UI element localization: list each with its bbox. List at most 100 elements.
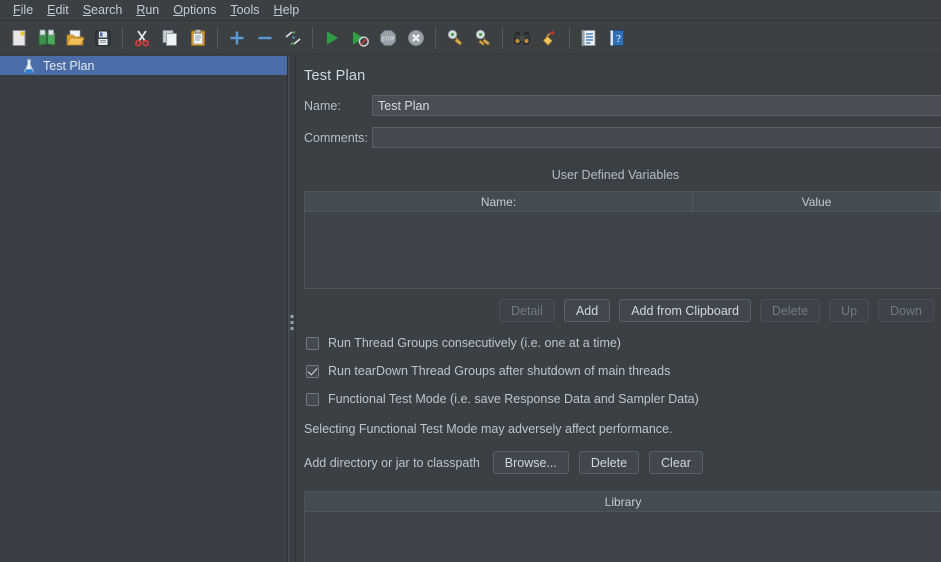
checkbox-label: Functional Test Mode (i.e. save Response… <box>328 392 699 406</box>
function-helper-icon <box>581 29 596 46</box>
toggle-button[interactable] <box>280 25 306 51</box>
library-table-body-empty[interactable] <box>305 511 941 562</box>
menu-item-search[interactable]: Search <box>76 1 130 20</box>
comments-input[interactable] <box>372 127 941 148</box>
collapse-all-button[interactable] <box>252 25 278 51</box>
move-up-button[interactable]: Up <box>829 299 870 322</box>
scissors-icon <box>135 29 149 46</box>
expand-all-button[interactable] <box>224 25 250 51</box>
help-icon: ? <box>610 29 624 46</box>
comments-field-row: Comments: <box>296 127 941 148</box>
add-button[interactable]: Add <box>563 299 611 322</box>
broom-icon <box>542 30 555 46</box>
run-thread-groups-consecutively-checkbox[interactable]: Run Thread Groups consecutively (i.e. on… <box>296 336 941 350</box>
copy-icon <box>162 29 177 46</box>
test-plan-flask-icon <box>24 58 34 73</box>
open-folder-icon <box>66 29 85 45</box>
menu-bar: File Edit Search Run Options Tools Help <box>0 0 941 21</box>
function-helper-button[interactable] <box>576 25 602 51</box>
column-header-library[interactable]: Library <box>305 492 941 511</box>
toolbar-separator-5 <box>502 26 503 49</box>
checkbox-label: Run Thread Groups consecutively (i.e. on… <box>328 336 621 350</box>
cut-button[interactable] <box>129 25 155 51</box>
help-button[interactable]: ? <box>604 25 630 51</box>
start-button[interactable] <box>319 25 345 51</box>
classpath-label: Add directory or jar to classpath <box>304 455 480 470</box>
name-field-row: Name: <box>296 95 941 116</box>
templates-button[interactable] <box>34 25 60 51</box>
delete-variable-button[interactable]: Delete <box>759 299 821 322</box>
user-defined-variables-table[interactable]: Name: Value <box>304 191 941 289</box>
functional-test-mode-checkbox[interactable]: Functional Test Mode (i.e. save Response… <box>296 392 941 406</box>
menu-item-options[interactable]: Options <box>166 1 223 20</box>
move-down-button[interactable]: Down <box>878 299 934 322</box>
run-teardown-thread-groups-checkbox[interactable]: Run tearDown Thread Groups after shutdow… <box>296 364 941 378</box>
test-plan-editor: Test Plan Name: Comments: User Defined V… <box>296 56 941 562</box>
checkbox-box[interactable] <box>306 364 319 378</box>
binoculars-icon <box>514 31 530 44</box>
variable-actions-row: Detail Add Add from Clipboard Delete Up … <box>296 299 941 322</box>
user-defined-variables-title: User Defined Variables <box>551 168 680 182</box>
paste-clipboard-icon <box>191 28 205 46</box>
save-button[interactable] <box>90 25 116 51</box>
stop-button[interactable]: STOP <box>375 25 401 51</box>
stop-icon: STOP <box>380 29 396 46</box>
clear-button[interactable] <box>442 25 468 51</box>
checkbox-label: Run tearDown Thread Groups after shutdow… <box>328 364 671 378</box>
save-floppy-icon <box>95 30 111 45</box>
split-divider[interactable] <box>288 56 296 562</box>
templates-book-icon <box>38 29 56 45</box>
browse-button[interactable]: Browse... <box>492 451 569 474</box>
toggle-icon <box>285 30 301 45</box>
column-header-value[interactable]: Value <box>693 192 941 211</box>
tree-item-test-plan[interactable]: Test Plan <box>0 56 287 75</box>
name-label: Name: <box>304 98 341 113</box>
split-divider-grip[interactable] <box>290 315 294 330</box>
checkbox-box[interactable] <box>306 392 319 406</box>
classpath-row: Add directory or jar to classpath Browse… <box>296 451 941 474</box>
start-no-pauses-button[interactable] <box>347 25 373 51</box>
open-button[interactable] <box>62 25 88 51</box>
clear-classpath-button[interactable]: Clear <box>649 451 703 474</box>
delete-classpath-button[interactable]: Delete <box>578 451 640 474</box>
toolbar-separator-6 <box>569 26 570 49</box>
grip-dot <box>290 321 294 324</box>
toolbar-separator-2 <box>217 26 218 49</box>
table-body-empty[interactable] <box>305 211 941 288</box>
jmeter-window: File Edit Search Run Options Tools Help <box>0 0 941 562</box>
checkbox-box[interactable] <box>306 336 319 350</box>
detail-button[interactable]: Detail <box>498 299 555 322</box>
menu-item-file[interactable]: File <box>6 1 40 20</box>
menu-item-edit[interactable]: Edit <box>40 1 76 20</box>
paste-button[interactable] <box>185 25 211 51</box>
toolbar-separator-1 <box>122 26 123 49</box>
menu-item-run[interactable]: Run <box>129 1 166 20</box>
column-header-name[interactable]: Name: <box>305 192 693 211</box>
clear-broom-icon <box>447 29 462 45</box>
main-split-pane: Test Plan Test Plan Name: Comments: User… <box>0 56 941 562</box>
reset-search-button[interactable] <box>537 25 563 51</box>
menu-item-tools[interactable]: Tools <box>223 1 266 20</box>
svg-text:?: ? <box>616 33 621 45</box>
tree-item-label: Test Plan <box>43 58 95 73</box>
new-test-plan-button[interactable] <box>6 25 32 51</box>
minus-icon <box>258 36 272 39</box>
shutdown-button[interactable] <box>403 25 429 51</box>
comments-label: Comments: <box>304 130 368 145</box>
shutdown-icon <box>408 29 424 46</box>
play-no-timers-icon <box>353 31 369 47</box>
copy-button[interactable] <box>157 25 183 51</box>
search-button[interactable] <box>509 25 535 51</box>
play-icon <box>327 31 338 44</box>
toolbar: STOP ? <box>0 21 941 55</box>
functional-test-mode-note: Selecting Functional Test Mode may adver… <box>304 422 673 436</box>
plus-icon <box>230 31 244 44</box>
library-table[interactable]: Library <box>304 491 941 562</box>
menu-item-help[interactable]: Help <box>267 1 307 20</box>
toolbar-separator-3 <box>312 26 313 49</box>
name-input[interactable] <box>372 95 941 116</box>
grip-dot <box>290 315 294 318</box>
add-from-clipboard-button[interactable]: Add from Clipboard <box>619 299 751 322</box>
test-plan-tree[interactable]: Test Plan <box>0 56 288 562</box>
clear-all-button[interactable] <box>470 25 496 51</box>
